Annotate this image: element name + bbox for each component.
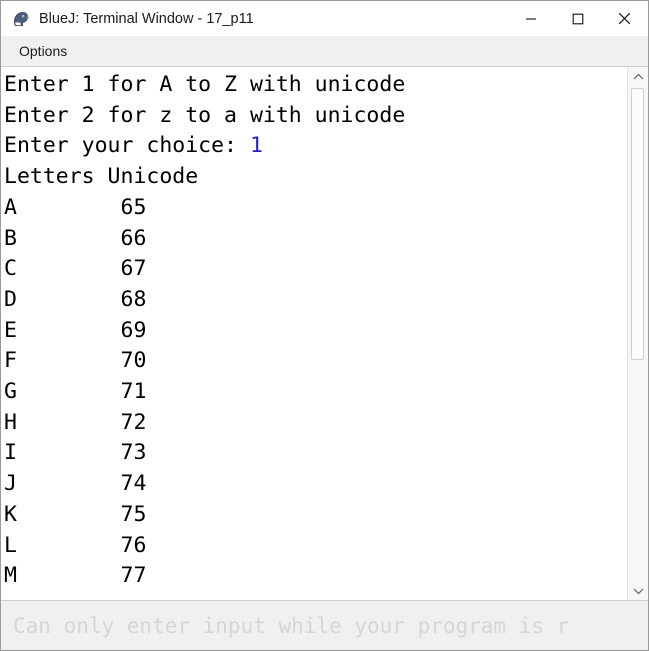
terminal-line-text: M 77 [4,563,146,588]
status-message: Can only enter input while your program … [13,614,648,638]
terminal-line: H 72 [4,408,627,439]
chevron-down-icon [633,587,644,595]
terminal-line-text: K 75 [4,502,146,527]
terminal-line: L 76 [4,531,627,562]
terminal-line: F 70 [4,346,627,377]
title-bar[interactable]: BlueJ: Terminal Window - 17_p11 [1,1,648,36]
terminal-output[interactable]: Enter 1 for A to Z with unicode Enter 2 f… [1,67,627,600]
terminal-line-text: F 70 [4,348,146,373]
window-controls [507,1,648,36]
terminal-line: M 77 [4,561,627,592]
terminal-line: G 71 [4,377,627,408]
chevron-up-icon [633,73,644,81]
terminal-line-text: Enter 2 for z to a with unicode [4,103,405,128]
terminal-line: K 75 [4,500,627,531]
maximize-button[interactable] [554,1,601,36]
terminal-line-text: B 66 [4,226,146,251]
terminal-line-text: L 76 [4,533,146,558]
terminal-line: D 68 [4,285,627,316]
menu-bar: Options [1,36,648,66]
minimize-button[interactable] [507,1,554,36]
scrollbar-thumb[interactable] [631,88,644,360]
terminal-line: Enter 2 for z to a with unicode [4,101,627,132]
terminal-line-text: Letters Unicode [4,164,198,189]
close-icon [618,12,631,25]
terminal-line: E 69 [4,316,627,347]
vertical-scrollbar[interactable] [627,67,648,600]
terminal-line-text: Enter 1 for A to Z with unicode [4,72,405,97]
terminal-line: B 66 [4,224,627,255]
terminal-line-text: A 65 [4,195,146,220]
terminal-line: A 65 [4,193,627,224]
terminal-line: C 67 [4,254,627,285]
scrollbar-track[interactable] [628,86,648,581]
close-button[interactable] [601,1,648,36]
terminal-line-text: Enter your choice: [4,133,250,158]
terminal-line: I 73 [4,438,627,469]
terminal-line-text: J 74 [4,471,146,496]
terminal-line: Letters Unicode [4,162,627,193]
terminal-line-text: C 67 [4,256,146,281]
terminal-line-text: G 71 [4,379,146,404]
terminal-line: Enter 1 for A to Z with unicode [4,70,627,101]
terminal-window: BlueJ: Terminal Window - 17_p11 Opt [0,0,649,651]
terminal-line-text: I 73 [4,440,146,465]
terminal-line-text: E 69 [4,318,146,343]
terminal-area: Enter 1 for A to Z with unicode Enter 2 f… [1,66,648,600]
status-bar[interactable]: Can only enter input while your program … [1,600,648,650]
terminal-line: Enter your choice: 1 [4,131,627,162]
terminal-line-text: D 68 [4,287,146,312]
scroll-down-button[interactable] [628,581,648,600]
terminal-user-input: 1 [250,133,263,158]
window-title: BlueJ: Terminal Window - 17_p11 [39,11,254,27]
minimize-icon [525,13,537,25]
scroll-up-button[interactable] [628,67,648,86]
maximize-icon [572,13,584,25]
menu-item-options[interactable]: Options [9,39,77,64]
terminal-line: J 74 [4,469,627,500]
terminal-line-text: H 72 [4,410,146,435]
bluej-bird-icon [11,9,31,29]
